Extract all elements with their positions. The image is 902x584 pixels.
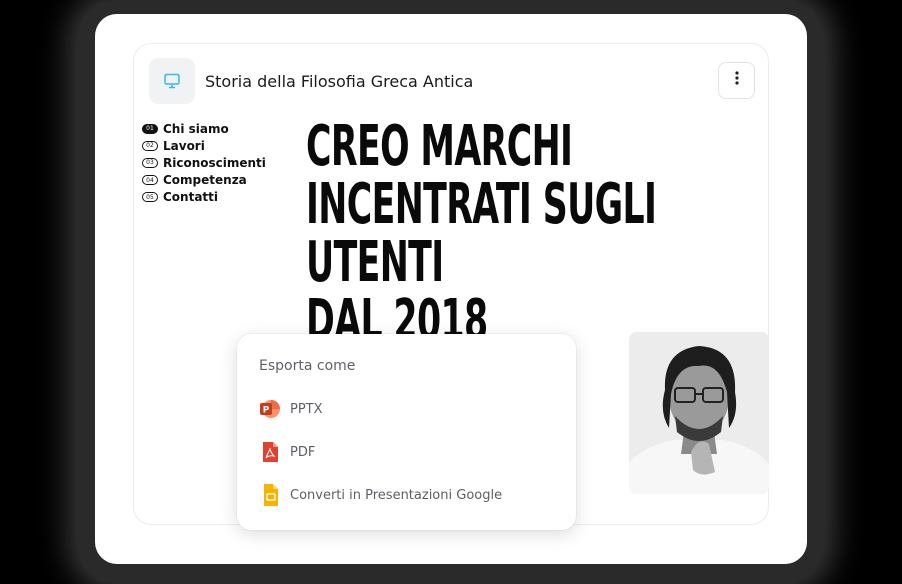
export-menu: Esporta come P PPTX PDF Converti in Pres…: [237, 334, 576, 530]
presentation-icon: [149, 58, 195, 104]
svg-text:P: P: [263, 406, 270, 416]
nav-item-contatti[interactable]: 05 Contatti: [142, 189, 266, 206]
nav-number: 01: [142, 123, 158, 134]
more-vertical-icon: [734, 71, 739, 90]
export-option-label: PPTX: [290, 401, 323, 417]
nav-label: Contatti: [163, 190, 219, 205]
document-title: Storia della Filosofia Greca Antica: [205, 72, 474, 91]
google-slides-icon: [259, 484, 281, 506]
more-options-button[interactable]: [718, 62, 755, 99]
export-menu-title: Esporta come: [259, 358, 356, 374]
nav-number: 02: [142, 140, 158, 151]
nav-label: Chi siamo: [163, 121, 229, 136]
pdf-icon: [259, 441, 281, 463]
nav-item-competenza[interactable]: 04 Competenza: [142, 172, 266, 189]
nav-item-riconoscimenti[interactable]: 03 Riconoscimenti: [142, 154, 266, 171]
export-pdf-option[interactable]: PDF: [259, 441, 315, 463]
headline-line: CREO MARCHI: [306, 114, 573, 179]
headline-line: UTENTI: [306, 230, 444, 295]
powerpoint-icon: P: [259, 398, 281, 420]
export-option-label: Converti in Presentazioni Google: [290, 487, 503, 503]
export-google-slides-option[interactable]: Converti in Presentazioni Google: [259, 484, 502, 506]
slide-nav: 01 Chi siamo 02 Lavori 03 Riconoscimenti…: [142, 120, 266, 206]
nav-number: 05: [142, 192, 158, 203]
nav-item-lavori[interactable]: 02 Lavori: [142, 137, 266, 154]
nav-label: Lavori: [163, 138, 205, 153]
headline-line: INCENTRATI SUGLI: [306, 172, 657, 237]
export-option-label: PDF: [290, 444, 316, 460]
nav-item-chi-siamo[interactable]: 01 Chi siamo: [142, 120, 266, 137]
slide-headline: CREO MARCHI INCENTRATI SUGLI UTENTI DAL …: [306, 114, 657, 350]
portrait-photo: [629, 332, 769, 494]
nav-label: Riconoscimenti: [163, 155, 266, 170]
nav-number: 03: [142, 157, 158, 168]
nav-label: Competenza: [163, 173, 247, 188]
export-pptx-option[interactable]: P PPTX: [259, 398, 323, 420]
nav-number: 04: [142, 175, 158, 186]
